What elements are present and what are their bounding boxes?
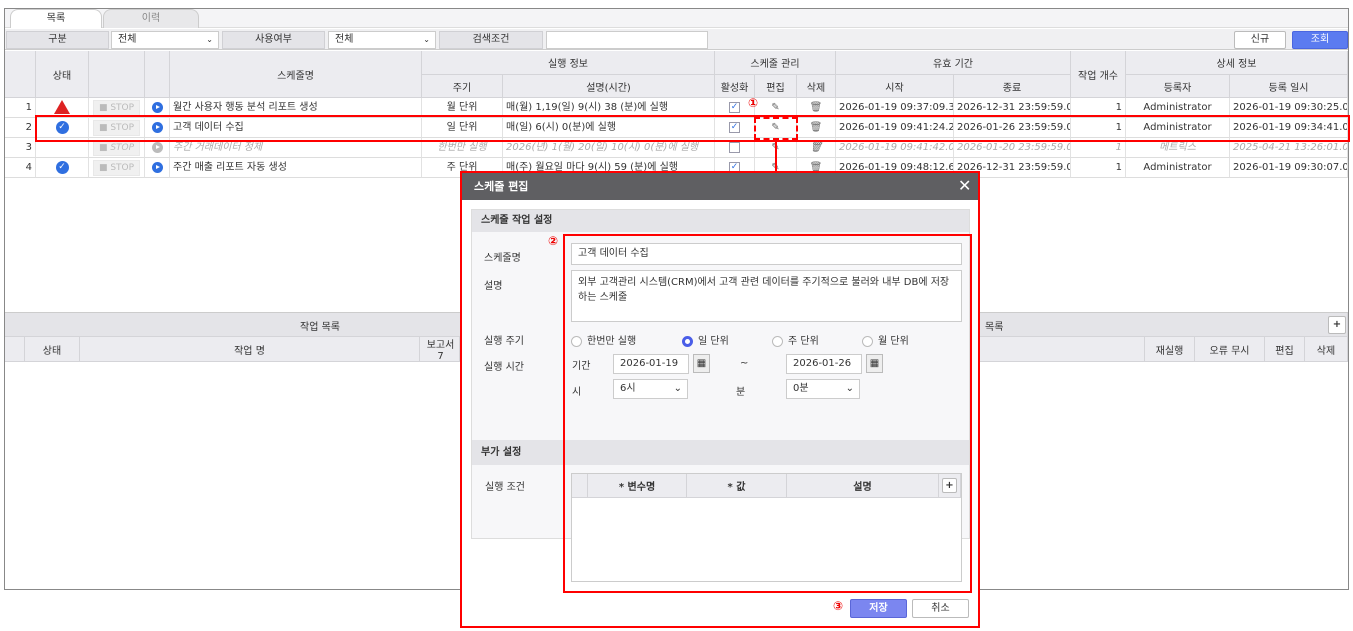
play-icon[interactable] — [151, 161, 163, 173]
jobs-col-edit: 편집 — [1265, 337, 1305, 362]
jobs-col-blank2 — [980, 337, 1145, 362]
jobs-title-right: 목록 — [985, 322, 1004, 333]
cell-registrant: Administrator — [1126, 158, 1230, 178]
tab-list[interactable]: 목록 — [10, 9, 102, 28]
grid-col-desc: 설명(시간) — [503, 75, 715, 98]
search-button[interactable]: 조회 — [1292, 31, 1348, 49]
close-icon[interactable]: ✕ — [958, 176, 971, 195]
selected-row-highlight — [35, 115, 1350, 142]
tab-history[interactable]: 이력 — [103, 9, 199, 28]
stop-label: STOP — [110, 143, 135, 153]
stop-button[interactable]: ■ STOP — [92, 160, 141, 176]
play-icon[interactable] — [151, 141, 163, 153]
cell-no: 1 — [5, 98, 36, 118]
use-label: 사용여부 — [222, 31, 325, 49]
grid-col-regdate: 등록 일시 — [1230, 75, 1348, 98]
active-checkbox[interactable] — [729, 141, 740, 153]
edit-area-highlight — [563, 234, 972, 593]
cond-label: 실행 조건 — [485, 482, 525, 493]
use-value: 전체 — [335, 34, 354, 45]
cell-reg_date: 2026-01-19 09:30:07.000 — [1230, 158, 1348, 178]
stop-button[interactable]: ■ STOP — [92, 140, 141, 156]
use-select[interactable]: 전체 ⌄ — [328, 31, 436, 49]
grid-col-cycle: 주기 — [422, 75, 503, 98]
grid-col-registrant: 등록자 — [1126, 75, 1230, 98]
jobs-col-ignore: 오류 무시 — [1195, 337, 1265, 362]
new-button[interactable]: 신규 — [1234, 31, 1286, 49]
search-input[interactable] — [546, 31, 708, 49]
grid-group-run: 실행 정보 — [422, 51, 715, 75]
tab-bar — [5, 9, 1348, 28]
check-circle-icon: ✓ — [55, 160, 69, 174]
stop-cell: ■ STOP — [89, 158, 145, 178]
jobs-col-status: 상태 — [25, 337, 80, 362]
jobs-col-blank — [5, 337, 25, 362]
stop-button[interactable]: ■ STOP — [92, 100, 141, 116]
grid-col-name: 스케줄명 — [170, 51, 422, 98]
category-select[interactable]: 전체 ⌄ — [111, 31, 219, 49]
grid-col-no — [5, 51, 36, 98]
grid-col-status: 상태 — [36, 51, 89, 98]
marker-2: ② — [548, 234, 559, 248]
arrow-line — [775, 140, 777, 172]
grid-col-jobs: 작업 개수 — [1071, 51, 1126, 98]
jobs-col-delete: 삭제 — [1305, 337, 1348, 362]
desc-label: 설명 — [484, 281, 503, 292]
name-label: 스케줄명 — [484, 253, 521, 264]
time-label: 실행 시간 — [484, 362, 524, 373]
chevron-down-icon: ⌄ — [423, 35, 430, 44]
edit-highlight — [754, 117, 798, 140]
jobs-col-name: 작업 명 — [80, 337, 420, 362]
cell-name: 주간 매출 리포트 자동 생성 — [170, 158, 422, 178]
cancel-button[interactable]: 취소 — [912, 599, 969, 618]
trash-icon[interactable]: 🗑 — [810, 102, 823, 113]
stop-label: STOP — [110, 103, 135, 113]
grid-group-valid: 유효 기간 — [836, 51, 1071, 75]
cell-no: 4 — [5, 158, 36, 178]
section-task-settings: 스케줄 작업 설정 — [472, 210, 969, 232]
warning-icon — [54, 100, 70, 114]
status-cell: ✓ — [36, 158, 89, 178]
jobs-col-report: 보고서 7 — [420, 337, 460, 362]
cell-jobs: 1 — [1071, 158, 1126, 178]
grid-col-end: 종료 — [954, 75, 1071, 98]
cell-no: 3 — [5, 138, 36, 158]
grid-col-stop — [89, 51, 145, 98]
chevron-down-icon: ⌄ — [206, 35, 213, 44]
grid-col-start: 시작 — [836, 75, 954, 98]
cell-no: 2 — [5, 118, 36, 138]
marker-1: ① — [748, 96, 759, 110]
trash-icon[interactable]: 🗑 — [810, 142, 823, 153]
jobs-col-rerun: 재실행 — [1145, 337, 1195, 362]
dialog-title: 스케줄 편집 — [462, 173, 978, 200]
stop-label: STOP — [110, 163, 135, 173]
marker-3: ③ — [833, 599, 844, 613]
cycle-label: 실행 주기 — [484, 336, 524, 347]
grid-group-detail: 상세 정보 — [1126, 51, 1348, 75]
save-button[interactable]: 저장 — [850, 599, 907, 618]
search-label: 검색조건 — [439, 31, 543, 49]
play-cell — [145, 158, 170, 178]
active-checkbox[interactable]: ✓ — [729, 101, 740, 113]
grid-group-manage: 스케줄 관리 — [715, 51, 836, 75]
grid-col-edit: 편집 — [755, 75, 797, 98]
add-job-button[interactable]: + — [1328, 316, 1346, 334]
grid-col-active: 활성화 — [715, 75, 755, 98]
category-value: 전체 — [118, 34, 137, 45]
grid-col-play — [145, 51, 170, 98]
grid-col-delete: 삭제 — [797, 75, 836, 98]
jobs-title: 작업 목록 — [300, 322, 340, 333]
category-label: 구분 — [6, 31, 109, 49]
edit-icon[interactable]: ✎ — [771, 102, 779, 113]
play-icon[interactable] — [151, 101, 163, 113]
